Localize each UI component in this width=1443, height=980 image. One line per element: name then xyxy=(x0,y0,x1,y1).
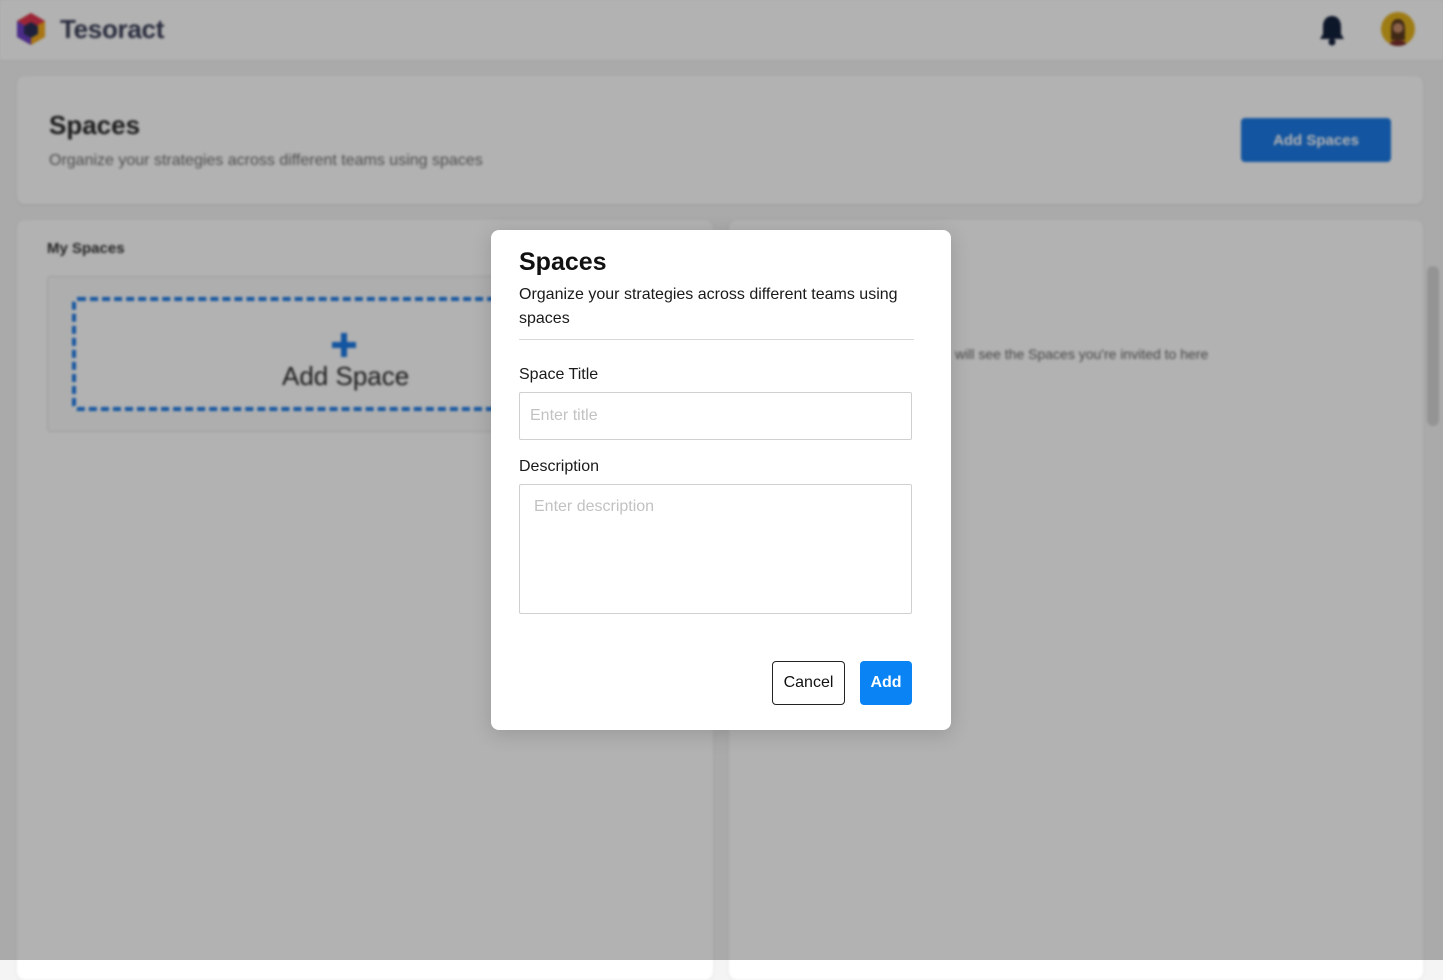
space-title-label: Space Title xyxy=(519,366,599,383)
description-label: Description xyxy=(519,458,600,475)
add-space-dialog: Spaces Organize your strategies across d… xyxy=(491,230,951,730)
add-button[interactable]: Add xyxy=(860,661,912,705)
space-title-input[interactable] xyxy=(519,392,912,440)
description-textarea[interactable] xyxy=(519,484,912,614)
dialog-divider xyxy=(519,339,914,340)
dialog-title: Spaces xyxy=(519,248,607,276)
cancel-button[interactable]: Cancel xyxy=(772,661,845,705)
dialog-subtitle: Organize your strategies across differen… xyxy=(519,286,898,327)
